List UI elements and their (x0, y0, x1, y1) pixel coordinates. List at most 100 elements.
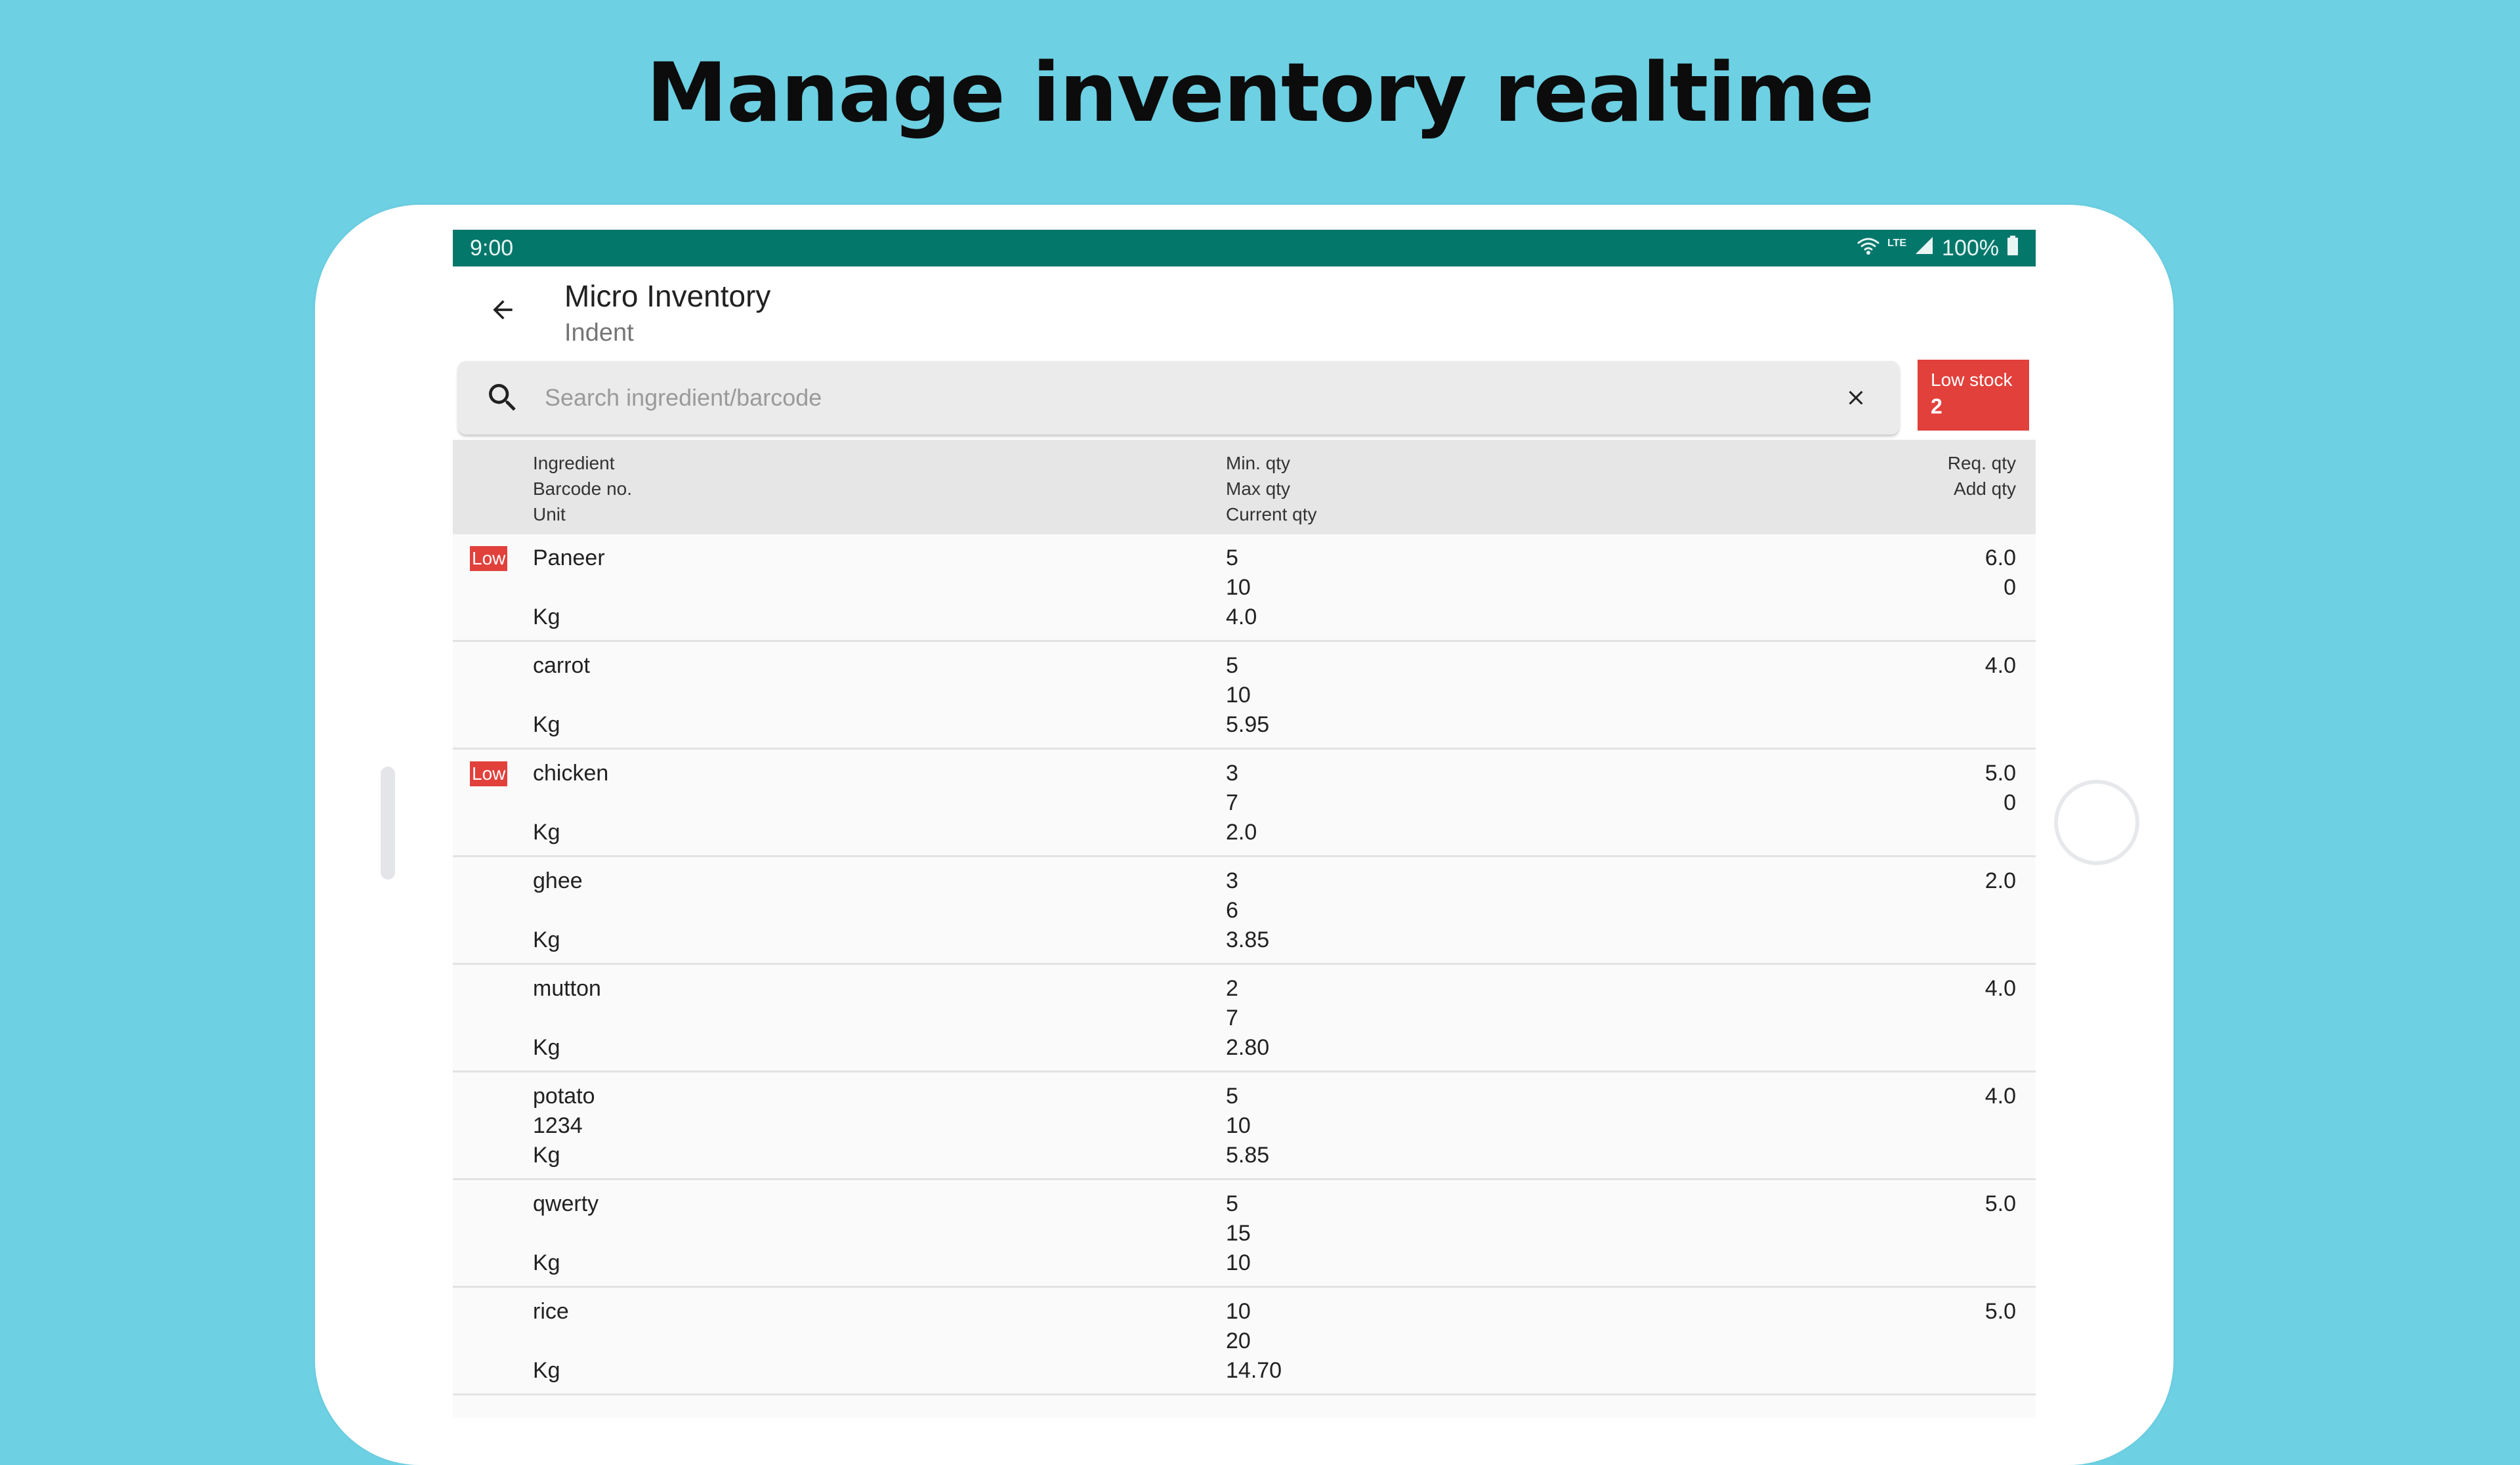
ingredient-unit: Kg (533, 712, 560, 737)
ingredient-name: Paneer (533, 545, 605, 570)
max-qty: 7 (1226, 1006, 1238, 1030)
min-qty: 5 (1226, 653, 1238, 678)
header-ingredient: Ingredient (533, 453, 615, 473)
max-qty: 10 (1226, 1113, 1251, 1138)
current-qty: 3.85 (1226, 927, 1270, 952)
low-stock-filter-button[interactable]: Low stock 2 (1918, 360, 2029, 431)
header-qty-column: Min. qty Max qty Current qty (1226, 450, 1317, 527)
arrow-back-icon (493, 300, 513, 320)
close-icon (1849, 391, 1863, 405)
search-bar (458, 361, 1899, 435)
header-req-qty: Req. qty (1947, 453, 2016, 473)
header-ingredient-column: Ingredient Barcode no. Unit (533, 450, 632, 527)
ingredient-row[interactable]: qwerty Kg 5 15 10 5.0 (453, 1180, 2036, 1288)
search-icon (489, 384, 516, 411)
header-min-qty: Min. qty (1226, 453, 1291, 473)
ingredient-name: rice (533, 1299, 569, 1324)
network-type: LTE (1887, 238, 1907, 249)
ingredient-row[interactable]: potato 1234 Kg 5 10 5.85 4.0 (453, 1072, 2036, 1180)
ingredient-name: potato (533, 1084, 595, 1109)
ingredient-unit: Kg (533, 1358, 560, 1383)
signal-icon (1914, 236, 1934, 261)
app-title: Micro Inventory (564, 279, 771, 313)
req-qty: 5.0 (1984, 1299, 2016, 1324)
device-side-button (381, 767, 395, 880)
current-qty: 4.0 (1226, 605, 1257, 629)
min-qty: 3 (1226, 761, 1238, 786)
current-qty: 2.0 (1226, 820, 1257, 845)
low-stock-badge: Low (470, 546, 508, 571)
search-area: Low stock 2 (453, 358, 2036, 440)
battery-icon (2007, 235, 2019, 261)
header-unit: Unit (533, 504, 566, 524)
ingredient-row[interactable]: ghee Kg 3 6 3.85 2.0 (453, 857, 2036, 965)
status-bar: 9:00 LTE 100% (453, 230, 2036, 266)
req-qty: 5.0 (1984, 1191, 2016, 1216)
min-qty: 2 (1226, 976, 1238, 1001)
app-screen: 9:00 LTE 100% Micro Inventory Indent Sea… (453, 230, 2036, 1418)
device-home-button (2054, 780, 2139, 865)
low-stock-badge: Low (470, 761, 508, 786)
promo-headline: Manage inventory realtime (646, 46, 1874, 140)
ingredient-name: mutton (533, 976, 601, 1001)
current-qty: 14.70 (1226, 1358, 1282, 1383)
header-barcode: Barcode no. (533, 478, 632, 499)
min-qty: 3 (1226, 868, 1238, 893)
battery-percent: 100% (1942, 235, 1999, 261)
back-button[interactable] (479, 286, 526, 333)
req-qty: 4.0 (1984, 653, 2016, 678)
ingredient-name: carrot (533, 653, 590, 678)
ingredient-unit: Kg (533, 605, 560, 629)
app-subtitle: Indent (564, 319, 634, 347)
max-qty: 20 (1226, 1328, 1251, 1353)
ingredient-row[interactable]: Low chicken Kg 3 7 2.0 5.0 0 (453, 750, 2036, 857)
min-qty: 5 (1226, 1084, 1238, 1109)
req-qty: 4.0 (1984, 976, 2016, 1001)
req-qty: 5.0 (1984, 761, 2016, 786)
ingredient-name: ghee (533, 868, 583, 893)
header-max-qty: Max qty (1226, 478, 1291, 499)
min-qty: 10 (1226, 1299, 1251, 1324)
current-qty: 10 (1226, 1250, 1251, 1275)
ingredient-row[interactable]: Low Paneer Kg 5 10 4.0 6.0 0 (453, 534, 2036, 642)
ingredient-row[interactable]: carrot Kg 5 10 5.95 4.0 (453, 642, 2036, 750)
ingredient-unit: Kg (533, 927, 560, 952)
header-current-qty: Current qty (1226, 504, 1317, 524)
add-qty[interactable]: 0 (2004, 788, 2016, 818)
ingredient-unit: Kg (533, 1250, 560, 1275)
max-qty: 10 (1226, 683, 1251, 708)
ingredient-barcode: 1234 (533, 1113, 583, 1138)
low-stock-count: 2 (1931, 394, 1942, 418)
status-icons: LTE 100% (1857, 234, 2019, 262)
ingredient-name: chicken (533, 761, 609, 786)
current-qty: 5.85 (1226, 1143, 1270, 1168)
add-qty[interactable]: 0 (2004, 573, 2016, 603)
ingredient-unit: Kg (533, 1035, 560, 1060)
search-input[interactable] (545, 375, 1792, 420)
max-qty: 6 (1226, 898, 1238, 923)
clear-search-button[interactable] (1839, 381, 1873, 415)
max-qty: 15 (1226, 1221, 1251, 1246)
max-qty: 10 (1226, 575, 1251, 600)
current-qty: 5.95 (1226, 712, 1270, 737)
req-qty: 4.0 (1984, 1084, 2016, 1109)
min-qty: 5 (1226, 545, 1238, 570)
req-qty: 6.0 (1984, 545, 2016, 570)
status-time: 9:00 (470, 236, 514, 261)
table-header: Ingredient Barcode no. Unit Min. qty Max… (453, 440, 2036, 534)
req-qty: 2.0 (1984, 868, 2016, 893)
header-add-qty: Add qty (1954, 478, 2016, 499)
ingredient-row[interactable]: rice Kg 10 20 14.70 5.0 (453, 1288, 2036, 1395)
ingredient-list: Low Paneer Kg 5 10 4.0 6.0 0 carrot Kg 5 10 5.95 4.0 L… (453, 534, 2036, 1395)
app-bar: Micro Inventory Indent (453, 266, 2036, 358)
ingredient-name: qwerty (533, 1191, 599, 1216)
wifi-icon (1857, 236, 1880, 261)
ingredient-row[interactable]: mutton Kg 2 7 2.80 4.0 (453, 965, 2036, 1072)
header-req-column: Req. qty Add qty (1948, 450, 2016, 501)
min-qty: 5 (1226, 1191, 1238, 1216)
max-qty: 7 (1226, 790, 1238, 815)
ingredient-unit: Kg (533, 820, 560, 845)
low-stock-label: Low stock (1931, 370, 2013, 390)
ingredient-unit: Kg (533, 1143, 560, 1168)
current-qty: 2.80 (1226, 1035, 1270, 1060)
